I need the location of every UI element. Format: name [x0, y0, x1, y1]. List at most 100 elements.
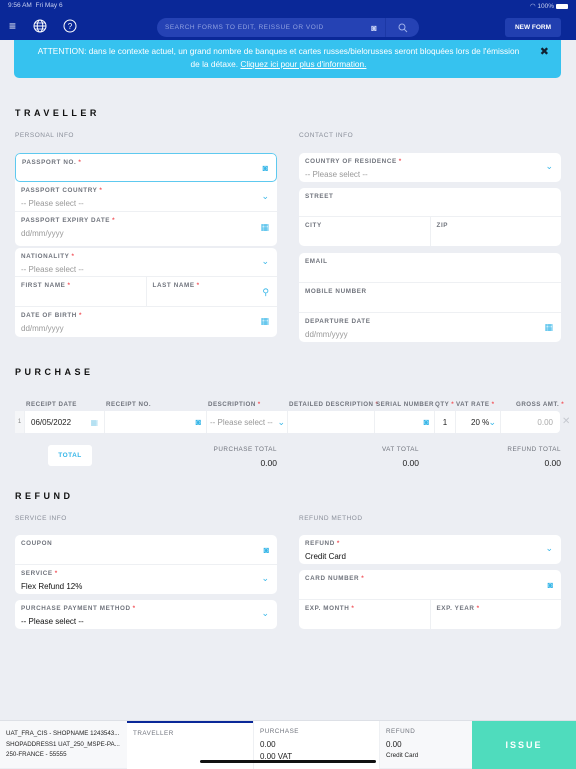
col-receipt-date: RECEIPT DATE	[26, 401, 77, 408]
service-info-label: SERVICE INFO	[15, 515, 67, 522]
personal-info-label: PERSONAL INFO	[15, 132, 74, 139]
gross-amt-cell[interactable]: 0.00	[501, 411, 559, 433]
gross-amt-value: 0.00	[537, 417, 553, 427]
payment-method-label: PURCHASE PAYMENT METHOD	[21, 605, 131, 612]
status-bar: 9:56 AM Fri May 6 ◠ 100%	[8, 2, 568, 12]
issue-button[interactable]: ISSUE	[472, 721, 576, 769]
menu-icon[interactable]: ≡	[9, 19, 16, 33]
passport-country-label: PASSPORT COUNTRY	[21, 187, 98, 194]
close-icon[interactable]: ✖	[540, 46, 549, 59]
svg-text:?: ?	[68, 22, 73, 31]
receipt-no-cell[interactable]: ◙	[105, 411, 207, 433]
vat-rate-value: 20 %	[471, 417, 490, 427]
col-serial-number: SERIAL NUMBER	[376, 401, 434, 408]
dob-value: dd/mm/yyyy	[21, 324, 64, 333]
country-residence-field[interactable]: COUNTRY OF RESIDENCE * -- Please select -…	[299, 153, 561, 182]
payment-method-select[interactable]: PURCHASE PAYMENT METHOD * -- Please selec…	[15, 600, 277, 629]
chevron-down-icon: ⌄	[488, 416, 496, 427]
country-residence-label: COUNTRY OF RESIDENCE	[305, 158, 397, 165]
table-row: 1 06/05/2022 ▦ ◙ -- Please select -- ⌄ ◙ 1…	[15, 411, 560, 433]
help-icon[interactable]: ?	[63, 19, 77, 36]
detailed-description-cell[interactable]	[288, 411, 375, 433]
nationality-value: -- Please select --	[21, 265, 84, 274]
qty-cell[interactable]: 1	[435, 411, 456, 433]
nationality-field[interactable]: NATIONALITY * -- Please select -- ⌄	[15, 248, 277, 277]
nationality-label: NATIONALITY	[21, 253, 70, 260]
search-input[interactable]: SEARCH FORMS TO EDIT, REISSUE OR VOID	[157, 24, 363, 31]
passport-expiry-field[interactable]: PASSPORT EXPIRY DATE * dd/mm/yyyy ▦	[15, 212, 277, 245]
delete-row-icon[interactable]: ✕	[562, 416, 570, 427]
city-label: CITY	[305, 222, 322, 229]
calendar-icon[interactable]: ▦	[260, 316, 269, 327]
chevron-down-icon: ⌄	[261, 608, 269, 618]
col-gross-amt: GROSS AMT. *	[516, 401, 565, 408]
coupon-field[interactable]: COUPON ◙	[15, 535, 277, 565]
search-bar[interactable]: SEARCH FORMS TO EDIT, REISSUE OR VOID ◙	[157, 18, 419, 37]
passport-no-label: PASSPORT NO.	[22, 159, 77, 166]
mobile-field[interactable]: MOBILE NUMBER	[299, 283, 561, 313]
passport-card: PASSPORT NO. * ◙ PASSPORT COUNTRY * -- Ple…	[15, 153, 277, 246]
wifi-icon: ◠	[529, 3, 536, 10]
calendar-icon[interactable]: ▦	[90, 418, 98, 427]
refund-select[interactable]: REFUND * Credit Card ⌄	[299, 535, 561, 564]
street-field[interactable]: STREET	[299, 188, 561, 217]
col-receipt-no: RECEIPT NO.	[106, 401, 152, 408]
camera-icon[interactable]: ◙	[263, 163, 268, 173]
calendar-icon[interactable]: ▦	[260, 222, 269, 233]
chevron-down-icon: ⌄	[277, 416, 285, 427]
zip-field[interactable]: ZIP	[429, 217, 562, 246]
card-number-field[interactable]: CARD NUMBER * ◙	[299, 570, 561, 600]
tab-refund[interactable]: REFUND 0.00 Credit Card	[379, 721, 472, 769]
alert-link[interactable]: Cliquez ici pour plus d'information.	[240, 59, 366, 69]
service-select[interactable]: SERVICE * Flex Refund 12% ⌄	[15, 565, 277, 594]
dob-field[interactable]: DATE OF BIRTH * dd/mm/yyyy ▦	[15, 307, 277, 337]
service-card: COUPON ◙ SERVICE * Flex Refund 12% ⌄	[15, 535, 277, 594]
shop-name: UAT_FRA_CIS - SHOPNAME 1243543...	[6, 730, 120, 737]
camera-icon[interactable]: ◙	[363, 23, 385, 33]
total-button[interactable]: TOTAL	[48, 445, 92, 466]
passport-expiry-value: dd/mm/yyyy	[21, 229, 64, 238]
payment-method-value: -- Please select --	[21, 617, 84, 626]
passport-country-value: -- Please select --	[21, 199, 84, 208]
globe-icon[interactable]	[33, 19, 47, 36]
email-label: EMAIL	[305, 258, 328, 265]
contact-card: EMAIL MOBILE NUMBER DEPARTURE DATE dd/mm…	[299, 253, 561, 342]
chevron-down-icon: ⌄	[545, 543, 553, 553]
receipt-date-cell[interactable]: 06/05/2022 ▦	[25, 411, 105, 433]
mobile-label: MOBILE NUMBER	[305, 288, 367, 295]
camera-icon[interactable]: ◙	[424, 417, 429, 427]
description-select[interactable]: -- Please select -- ⌄	[207, 411, 288, 433]
calendar-icon[interactable]: ▦	[544, 322, 553, 333]
city-field[interactable]: CITY	[299, 217, 430, 246]
search-icon[interactable]: ⚲	[262, 287, 269, 298]
camera-icon[interactable]: ◙	[264, 545, 269, 555]
last-name-field[interactable]: LAST NAME * ⚲	[145, 277, 278, 306]
new-form-button[interactable]: NEW FORM	[505, 18, 561, 37]
refund-title: REFUND	[15, 491, 74, 501]
search-icon[interactable]	[385, 18, 419, 37]
refund-label: REFUND	[305, 540, 335, 547]
departure-field[interactable]: DEPARTURE DATE dd/mm/yyyy ▦	[299, 313, 561, 342]
serial-number-cell[interactable]: ◙	[375, 411, 435, 433]
vat-rate-select[interactable]: 20 % ⌄	[456, 411, 501, 433]
email-field[interactable]: EMAIL	[299, 253, 561, 283]
description-value: -- Please select --	[210, 417, 273, 427]
dob-label: DATE OF BIRTH	[21, 312, 77, 319]
chevron-down-icon: ⌄	[261, 191, 269, 201]
first-name-field[interactable]: FIRST NAME *	[15, 277, 146, 306]
traveller-title: TRAVELLER	[15, 108, 100, 118]
card-number-label: CARD NUMBER	[305, 575, 360, 582]
passport-no-field[interactable]: PASSPORT NO. * ◙	[15, 153, 277, 182]
camera-icon[interactable]: ◙	[196, 417, 201, 427]
shop-address: SHOPADDRESS1 UAT_250_MSPE-PA...	[6, 740, 120, 748]
payment-card: PURCHASE PAYMENT METHOD * -- Please selec…	[15, 600, 277, 629]
passport-country-field[interactable]: PASSPORT COUNTRY * -- Please select -- ⌄	[15, 182, 277, 212]
camera-icon[interactable]: ◙	[548, 580, 553, 590]
exp-year-field[interactable]: EXP. YEAR *	[429, 600, 562, 629]
col-qty: QTY *	[435, 401, 455, 408]
departure-value: dd/mm/yyyy	[305, 330, 348, 339]
contact-info-label: CONTACT INFO	[299, 132, 354, 139]
address-card: STREET CITY ZIP	[299, 188, 561, 246]
chevron-down-icon: ⌄	[545, 161, 553, 171]
exp-month-field[interactable]: EXP. MONTH *	[299, 600, 430, 629]
